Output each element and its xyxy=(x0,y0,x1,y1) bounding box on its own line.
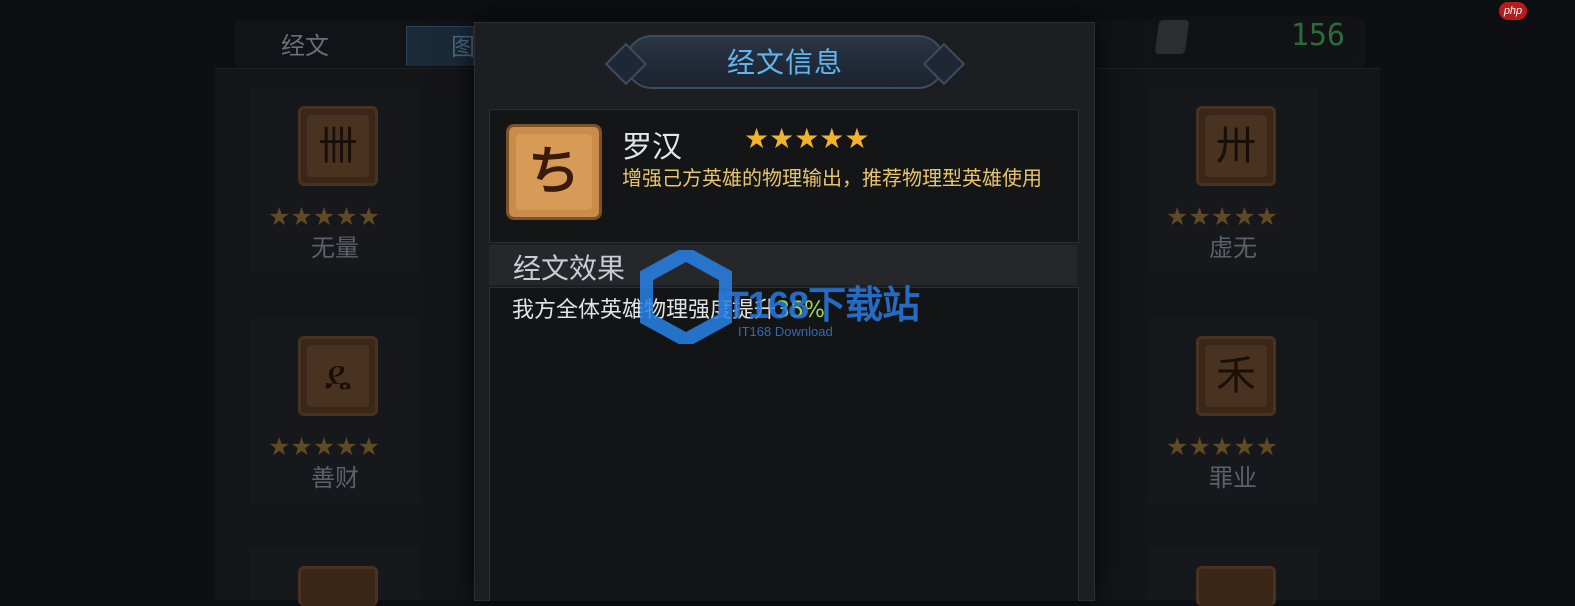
rune-partial-icon xyxy=(1196,566,1276,606)
rune-luohan-icon: ち xyxy=(506,124,602,220)
rune-name: 善财 xyxy=(311,464,359,492)
effect-description: 我方全体英雄物理强度提升 xyxy=(512,298,777,323)
rune-partial-icon xyxy=(298,566,378,606)
rune-name: 罗汉 xyxy=(622,130,682,165)
currency-icon xyxy=(1154,20,1190,54)
rune-card-xuwu[interactable]: 卅 ★★★★★ 虚无 xyxy=(1148,88,1318,273)
rune-wuliang-icon: 卌 xyxy=(298,106,378,186)
effect-text: 我方全体英雄物理强度提升35% xyxy=(512,292,825,324)
rune-name: 罪业 xyxy=(1209,464,1257,492)
rune-name: 无量 xyxy=(311,234,359,262)
effect-header: 经文效果 xyxy=(489,245,1077,285)
rune-shancai-icon: ዴ xyxy=(298,336,378,416)
rune-name: 虚无 xyxy=(1209,234,1257,262)
rune-card-partial-right[interactable] xyxy=(1148,548,1318,606)
tab-scripture[interactable]: 经文 xyxy=(250,26,360,66)
currency-display: 156 xyxy=(1153,16,1353,58)
tab-illustration[interactable]: 图 xyxy=(406,26,475,66)
rune-info-box: ち 罗汉 ★★★★★ 增强己方英雄的物理输出，推荐物理型英雄使用 xyxy=(489,109,1079,243)
rune-zuiye-icon: 禾 xyxy=(1196,336,1276,416)
rune-xuwu-icon: 卅 xyxy=(1196,106,1276,186)
rune-card-wuliang[interactable]: 卌 ★★★★★ 无量 xyxy=(250,88,420,273)
dialog-title-bar: 经文信息 xyxy=(625,31,945,95)
star-rating: ★★★★★ xyxy=(1166,202,1279,231)
rune-info-dialog: 经文信息 ち 罗汉 ★★★★★ 增强己方英雄的物理输出，推荐物理型英雄使用 经文… xyxy=(474,22,1095,601)
star-rating: ★★★★★ xyxy=(744,122,870,155)
dialog-title: 经文信息 xyxy=(726,46,843,79)
rune-card-zuiye[interactable]: 禾 ★★★★★ 罪业 xyxy=(1148,318,1318,503)
star-rating: ★★★★★ xyxy=(268,202,381,231)
effect-title: 经文效果 xyxy=(513,252,626,285)
effect-box: 我方全体英雄物理强度提升35% xyxy=(489,287,1079,601)
rune-card-partial-left[interactable] xyxy=(250,548,420,606)
rune-description: 增强己方英雄的物理输出，推荐物理型英雄使用 xyxy=(622,166,1042,190)
php-logo-icon: php xyxy=(1499,2,1527,20)
rune-card-shancai[interactable]: ዴ ★★★★★ 善财 xyxy=(250,318,420,503)
star-rating: ★★★★★ xyxy=(268,432,381,461)
currency-value: 156 xyxy=(1290,18,1345,53)
effect-value: 35% xyxy=(776,298,825,323)
star-rating: ★★★★★ xyxy=(1166,432,1279,461)
